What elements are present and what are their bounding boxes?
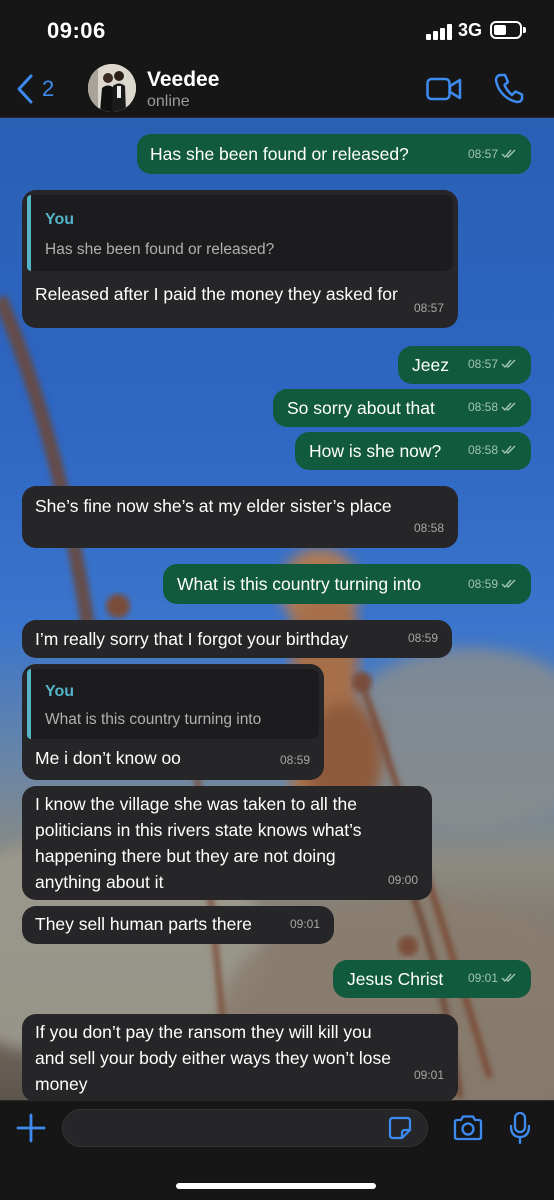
message-text: I’m really sorry that I forgot your birt… xyxy=(35,629,349,649)
signal-strength-icon xyxy=(426,24,454,40)
back-button[interactable]: 2 xyxy=(16,74,54,104)
message-time: 08:57 xyxy=(413,301,444,315)
read-ticks-icon xyxy=(501,973,516,983)
read-ticks-icon xyxy=(501,149,516,159)
message-text: Released after I paid the money they ask… xyxy=(35,284,398,304)
chat-area[interactable]: Has she been found or released? 08:57 Yo… xyxy=(0,118,554,1100)
chevron-left-icon xyxy=(17,74,33,104)
message-time: 09:01 xyxy=(413,1068,444,1082)
chat-header: 2 Veedee online xyxy=(0,60,554,118)
avatar[interactable] xyxy=(88,64,136,112)
message-bubble-outgoing[interactable]: What is this country turning into 08:59 xyxy=(163,564,531,604)
quoted-message[interactable]: You Has she been found or released? xyxy=(27,195,453,271)
network-type: 3G xyxy=(458,20,483,40)
message-text: Me i don’t know oo xyxy=(35,748,181,768)
message-meta: 08:57 xyxy=(414,295,444,321)
message-time: 08:58 xyxy=(413,521,444,535)
message-bubble-outgoing[interactable]: So sorry about that 08:58 xyxy=(273,389,531,427)
message-time: 08:57 xyxy=(467,357,498,371)
message-text-line: I know the village she was taken to all … xyxy=(35,794,357,814)
message-meta: 08:57 xyxy=(468,351,517,377)
message-meta: 09:00 xyxy=(388,867,418,893)
read-ticks-icon xyxy=(501,359,516,369)
microphone-icon[interactable] xyxy=(509,1111,531,1145)
quoted-sender: You xyxy=(45,683,75,700)
message-text-line: politicians in this rivers state knows w… xyxy=(35,820,362,840)
message-meta: 08:59 xyxy=(468,571,517,597)
sticker-icon[interactable] xyxy=(388,1116,412,1140)
message-bubble-incoming[interactable]: I know the village she was taken to all … xyxy=(22,786,432,900)
message-time: 09:01 xyxy=(467,971,498,985)
quoted-text: Has she been found or released? xyxy=(45,241,275,258)
message-input[interactable] xyxy=(62,1109,428,1147)
message-text-line: money xyxy=(35,1074,88,1094)
message-bubble-incoming[interactable]: They sell human parts there 09:01 xyxy=(22,906,334,944)
camera-icon[interactable] xyxy=(452,1114,484,1142)
message-time: 08:57 xyxy=(467,147,498,161)
message-meta: 08:59 xyxy=(280,747,310,773)
message-bubble-outgoing[interactable]: Jeez 08:57 xyxy=(398,346,531,384)
message-time: 08:59 xyxy=(407,631,438,645)
message-time: 08:58 xyxy=(467,443,498,457)
battery-icon xyxy=(490,21,526,39)
message-text-line: and sell your body either ways they won’… xyxy=(35,1048,392,1068)
message-bubble-incoming[interactable]: If you don’t pay the ransom they will ki… xyxy=(22,1014,458,1100)
plus-icon[interactable] xyxy=(16,1113,46,1143)
contact-name[interactable]: Veedee xyxy=(147,68,219,92)
message-meta: 09:01 xyxy=(414,1062,444,1088)
message-bubble-incoming[interactable]: You What is this country turning into Me… xyxy=(22,664,324,780)
message-text-line: happening there but they are not doing xyxy=(35,846,336,866)
message-time: 08:58 xyxy=(467,400,498,414)
unread-count: 2 xyxy=(42,76,55,101)
message-text-line: anything about it xyxy=(35,872,164,892)
read-ticks-icon xyxy=(501,445,516,455)
message-time: 08:59 xyxy=(467,577,498,591)
read-ticks-icon xyxy=(501,579,516,589)
message-time: 09:01 xyxy=(289,917,320,931)
read-ticks-icon xyxy=(501,402,516,412)
message-meta: 08:58 xyxy=(468,437,517,463)
status-bar: 09:06 3G xyxy=(0,0,554,60)
phone-icon[interactable] xyxy=(494,72,524,104)
message-text-line: If you don’t pay the ransom they will ki… xyxy=(35,1022,372,1042)
contact-status: online xyxy=(147,93,190,110)
message-bubble-outgoing[interactable]: How is she now? 08:58 xyxy=(295,432,531,470)
message-bubble-incoming[interactable]: You Has she been found or released? Rele… xyxy=(22,190,458,328)
video-call-icon[interactable] xyxy=(426,76,462,102)
quoted-text: What is this country turning into xyxy=(45,711,262,728)
status-time: 09:06 xyxy=(47,18,106,43)
message-meta: 08:57 xyxy=(468,141,517,167)
quoted-message[interactable]: You What is this country turning into xyxy=(27,669,319,739)
message-meta: 09:01 xyxy=(290,911,320,937)
message-time: 09:00 xyxy=(387,873,418,887)
message-text: She’s fine now she’s at my elder sister’… xyxy=(35,496,392,516)
message-bubble-outgoing[interactable]: Has she been found or released? 08:57 xyxy=(137,134,531,174)
message-bubble-incoming[interactable]: She’s fine now she’s at my elder sister’… xyxy=(22,486,458,548)
message-bubble-outgoing[interactable]: Jesus Christ 09:01 xyxy=(333,960,531,998)
message-meta: 08:59 xyxy=(408,625,438,651)
home-indicator[interactable] xyxy=(176,1183,376,1189)
quoted-sender: You xyxy=(45,211,75,228)
message-time: 08:59 xyxy=(279,753,310,767)
message-meta: 08:58 xyxy=(468,394,517,420)
message-bubble-incoming[interactable]: I’m really sorry that I forgot your birt… xyxy=(22,620,452,658)
message-meta: 09:01 xyxy=(468,965,517,991)
message-meta: 08:58 xyxy=(414,515,444,541)
